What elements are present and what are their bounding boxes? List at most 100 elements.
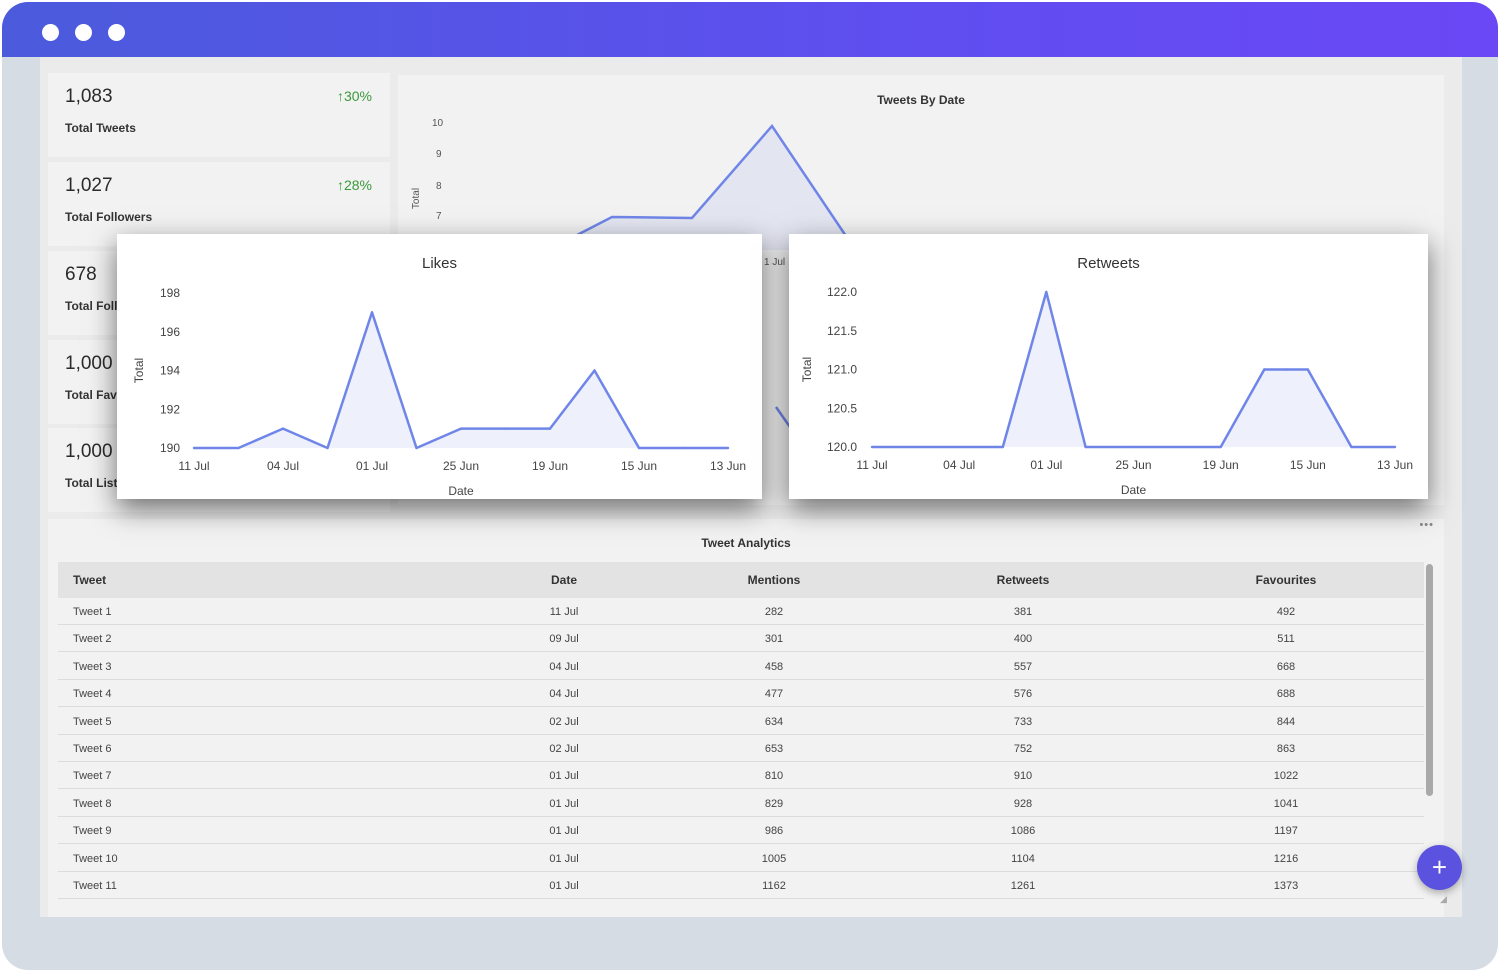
kpi-label: Total Fav [65,388,117,402]
y-tick-label: 121.5 [827,324,857,338]
table-scrollbar[interactable] [1426,564,1433,796]
data-point [1001,445,1004,449]
data-point [281,427,285,430]
data-point [682,446,685,450]
kpi-card-total-tweets: 1,083 ↑30% Total Tweets [48,73,390,157]
cell-date: 11 Jul [549,606,579,618]
cell-date: 01 Jul [549,770,579,783]
window-control-dot[interactable] [42,24,59,41]
y-tick-label: 192 [160,402,180,416]
y-axis-label: Total [800,357,814,382]
y-tick-label: 8 [436,181,442,192]
cell-mentions: 653 [764,743,784,755]
data-point [1306,368,1310,371]
y-tick-label: 7 [436,211,442,222]
cell-mentions: 986 [764,825,784,838]
cell-favourites: 668 [1276,660,1296,673]
cell-mentions: 634 [764,715,784,728]
column-header-tweet[interactable]: Tweet [73,573,106,587]
column-header-retweets[interactable]: Retweets [997,573,1050,587]
data-point [593,369,596,372]
cell-date: 02 Jul [549,743,579,755]
x-tick-label: 11 Jul [178,459,209,473]
data-point [1084,445,1087,449]
cell-date: 01 Jul [549,825,579,838]
x-tick-label: 01 Jul [356,459,388,473]
data-point [237,446,240,450]
tweets-by-date-area [548,126,852,250]
table-row[interactable]: Tweet 4 04 Jul 477 576 688 [58,680,1424,708]
data-point [370,311,374,314]
cell-tweet: Tweet 9 [73,825,112,838]
cell-favourites: 688 [1276,688,1296,701]
cell-date: 02 Jul [549,715,579,728]
x-tick-label: 13 Jun [710,459,746,473]
table-row[interactable]: Tweet 1 11 Jul 282 381 492 [58,598,1424,625]
data-point [1219,445,1222,449]
data-point [1263,368,1266,371]
column-header-mentions[interactable]: Mentions [748,573,801,587]
series-area [872,292,1395,447]
retweets-chart-card: 122.0 121.5 121.0 120.5 120.0 11 Jul 04 Jul 01 … [789,234,1428,499]
table-row[interactable]: Tweet 7 01 Jul 810 910 1022 [58,762,1424,790]
table-row[interactable]: Tweet 8 01 Jul 829 928 1041 [58,789,1424,817]
cell-favourites: 1022 [1273,770,1299,783]
data-point [326,446,329,450]
cell-favourites: 1216 [1273,852,1299,865]
add-button[interactable]: + [1417,845,1462,890]
data-point [192,446,196,450]
column-header-date[interactable]: Date [551,573,577,587]
likes-chart-card: 198 196 194 192 190 11 Jul 04 Jul 01 Jul 25 Jun 1… [117,234,762,499]
x-axis-label: Date [1121,483,1147,497]
cell-retweets: 910 [1013,770,1033,783]
cell-retweets: 557 [1013,660,1033,673]
data-point [415,446,418,450]
table-row[interactable]: Tweet 5 02 Jul 634 733 844 [58,707,1424,735]
cell-tweet: Tweet 8 [73,797,112,810]
x-tick-label: 25 Jun [443,459,479,473]
column-header-favourites[interactable]: Favourites [1256,573,1317,587]
cell-retweets: 1261 [1010,880,1036,892]
cell-date: 01 Jul [549,852,579,865]
table-row[interactable]: Tweet 2 09 Jul 301 400 511 [58,625,1424,653]
cell-tweet: Tweet 10 [73,852,118,865]
x-tick-label: 15 Jun [1290,458,1326,472]
kpi-label: Total Tweets [65,121,136,135]
tweet-analytics-panel: ••• Tweet Analytics Tweet Date Mentions … [48,519,1447,917]
cell-mentions: 282 [764,606,784,618]
table-row[interactable]: Tweet 10 01 Jul 1005 1104 1216 [58,844,1424,872]
data-point [1045,290,1048,294]
more-options-icon[interactable]: ••• [1419,519,1434,531]
browser-window: 1,083 ↑30% Total Tweets 1,027 ↑28% Total… [2,2,1498,970]
x-tick-label: 04 Jul [943,458,975,472]
y-tick-label: 121.0 [827,363,857,377]
window-control-dot[interactable] [75,24,92,41]
kpi-value: 1,000 [65,441,113,462]
data-point [548,427,552,430]
cell-retweets: 1086 [1010,825,1036,838]
kpi-change: ↑28% [336,177,372,193]
cell-mentions: 477 [764,688,784,701]
cell-tweet: Tweet 5 [73,715,112,728]
cell-mentions: 1162 [762,880,786,892]
data-point [504,427,507,430]
table-row[interactable]: Tweet 6 02 Jul 653 752 863 [58,735,1424,762]
kpi-value: 1,027 [65,175,113,196]
cell-favourites: 1041 [1273,797,1299,810]
table-row[interactable]: Tweet 11 01 Jul 1162 1261 1373 [58,872,1424,899]
tweets-by-date-line-fragment [774,406,792,428]
table-row[interactable]: Tweet 9 01 Jul 986 1086 1197 [58,817,1424,845]
cell-tweet: Tweet 2 [73,633,112,646]
window-control-dot[interactable] [108,24,125,41]
table-row[interactable]: Tweet 3 04 Jul 458 557 668 [58,652,1424,680]
cell-favourites: 1373 [1273,880,1299,892]
chart-title: Tweets By Date [877,93,965,107]
x-axis-label: Date [448,484,474,498]
x-tick-label: 15 Jun [621,459,657,473]
y-tick-label: 120.0 [827,440,857,454]
y-tick-label: 9 [436,149,442,160]
resize-handle-icon[interactable]: ◢ [1440,894,1447,905]
y-tick-label: 196 [160,325,180,339]
kpi-value: 1,000 [65,353,113,374]
table-title: Tweet Analytics [701,536,791,550]
